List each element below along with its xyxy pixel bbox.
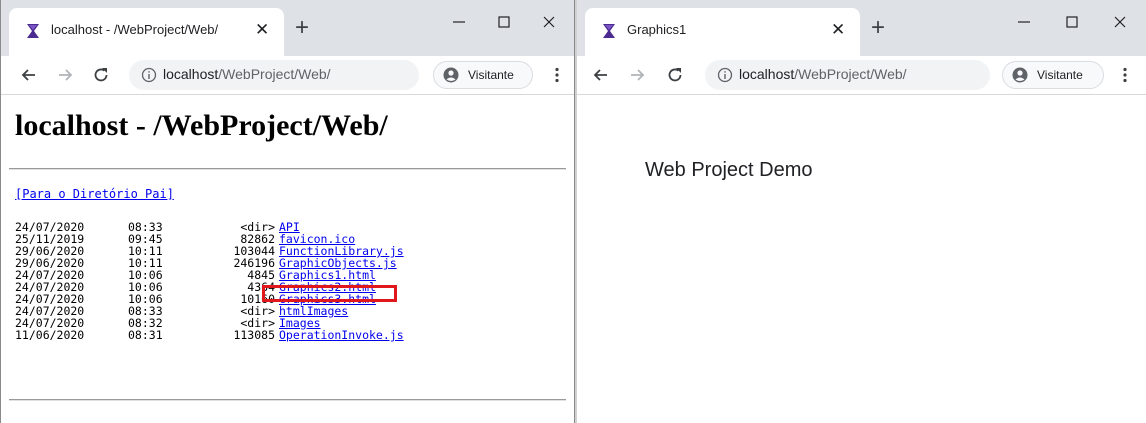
person-icon [1012,67,1028,83]
reload-icon[interactable] [665,65,685,85]
browser-window-right: Graphics1 ✕ + localhost/WebProject/Web/ … [577,0,1146,423]
three-dots-menu-icon[interactable] [547,65,567,85]
favicon-icon [27,24,39,38]
maximize-icon[interactable] [1060,10,1084,34]
close-tab-icon[interactable]: ✕ [255,20,269,40]
close-window-icon[interactable] [1108,10,1132,34]
reload-icon[interactable] [91,65,111,85]
back-arrow-icon[interactable] [591,65,611,85]
profile-button[interactable]: Visitante [433,61,533,89]
entry-time: 08:31 [128,328,163,342]
address-bar[interactable]: localhost/WebProject/Web/ [705,60,990,90]
new-tab-plus-icon[interactable]: + [871,16,885,40]
parent-directory-link[interactable]: [Para o Diretório Pai] [15,187,174,201]
entry-link[interactable]: OperationInvoke.js [279,329,404,341]
info-icon[interactable] [717,67,733,83]
divider [9,399,566,401]
tab-title: Graphics1 [627,22,687,37]
page-title: localhost - /WebProject/Web/ [15,109,388,142]
url-text[interactable]: localhost/WebProject/Web/ [739,66,907,82]
profile-button[interactable]: Visitante [1002,61,1104,89]
close-window-icon[interactable] [537,10,561,34]
divider [9,168,566,170]
minimize-icon[interactable] [447,10,471,34]
title-bar: Graphics1 ✕ + [577,0,1146,56]
page-content: Web Project Demo [577,95,1146,423]
entry-size: 113085 [233,328,275,342]
page-heading: Web Project Demo [645,159,813,181]
tab-graphics1[interactable]: Graphics1 ✕ [585,8,860,56]
browser-window-left: localhost - /WebProject/Web/ ✕ + localho… [0,0,574,423]
profile-label: Visitante [468,68,514,82]
address-bar[interactable]: localhost/WebProject/Web/ [129,60,419,90]
page-content: localhost - /WebProject/Web/ [Para o Dir… [1,95,574,423]
entry-date: 11/06/2020 [15,328,85,342]
favicon-icon [603,24,615,38]
forward-arrow-icon[interactable] [55,65,75,85]
three-dots-menu-icon[interactable] [1115,65,1135,85]
url-text[interactable]: localhost/WebProject/Web/ [163,66,331,82]
tab-directory-listing[interactable]: localhost - /WebProject/Web/ ✕ [9,8,284,56]
person-icon [443,67,459,83]
forward-arrow-icon[interactable] [627,65,647,85]
title-bar: localhost - /WebProject/Web/ ✕ + [1,0,574,56]
toolbar: localhost/WebProject/Web/ Visitante [577,56,1146,95]
close-tab-icon[interactable]: ✕ [831,20,845,40]
profile-label: Visitante [1037,68,1083,82]
back-arrow-icon[interactable] [19,65,39,85]
info-icon[interactable] [141,67,157,83]
maximize-icon[interactable] [492,10,516,34]
highlight-box [262,285,397,302]
toolbar: localhost/WebProject/Web/ Visitante [1,56,574,95]
tab-title: localhost - /WebProject/Web/ [51,22,219,37]
minimize-icon[interactable] [1012,10,1036,34]
new-tab-plus-icon[interactable]: + [295,16,309,40]
